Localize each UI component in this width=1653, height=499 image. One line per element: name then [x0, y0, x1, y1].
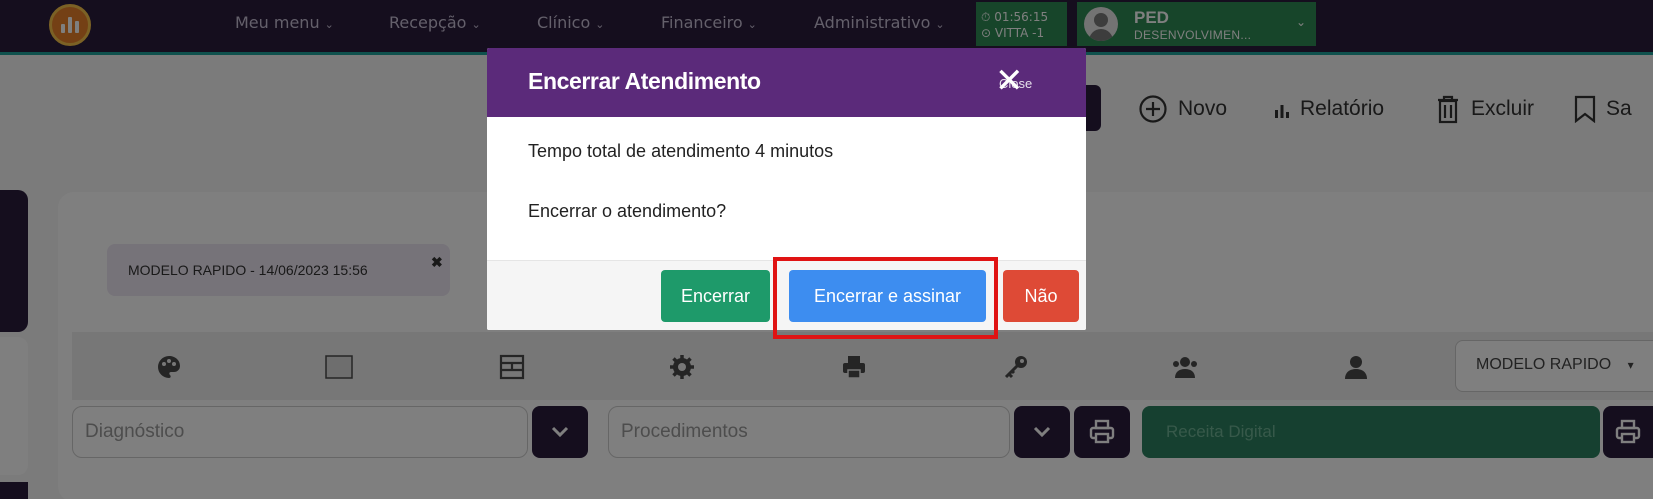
close-icon: ✕: [995, 62, 1024, 100]
dialog-header: Encerrar Atendimento Close ✕: [487, 48, 1086, 117]
close-button[interactable]: Close ✕: [995, 64, 1032, 98]
nao-button[interactable]: Não: [1003, 270, 1079, 322]
encerrar-button[interactable]: Encerrar: [661, 270, 770, 322]
dialog-message: Tempo total de atendimento 4 minutos: [528, 141, 834, 161]
dialog-title: Encerrar Atendimento: [528, 68, 761, 94]
dialog-question: Encerrar o atendimento?: [528, 201, 727, 221]
highlight-box: [773, 257, 998, 339]
